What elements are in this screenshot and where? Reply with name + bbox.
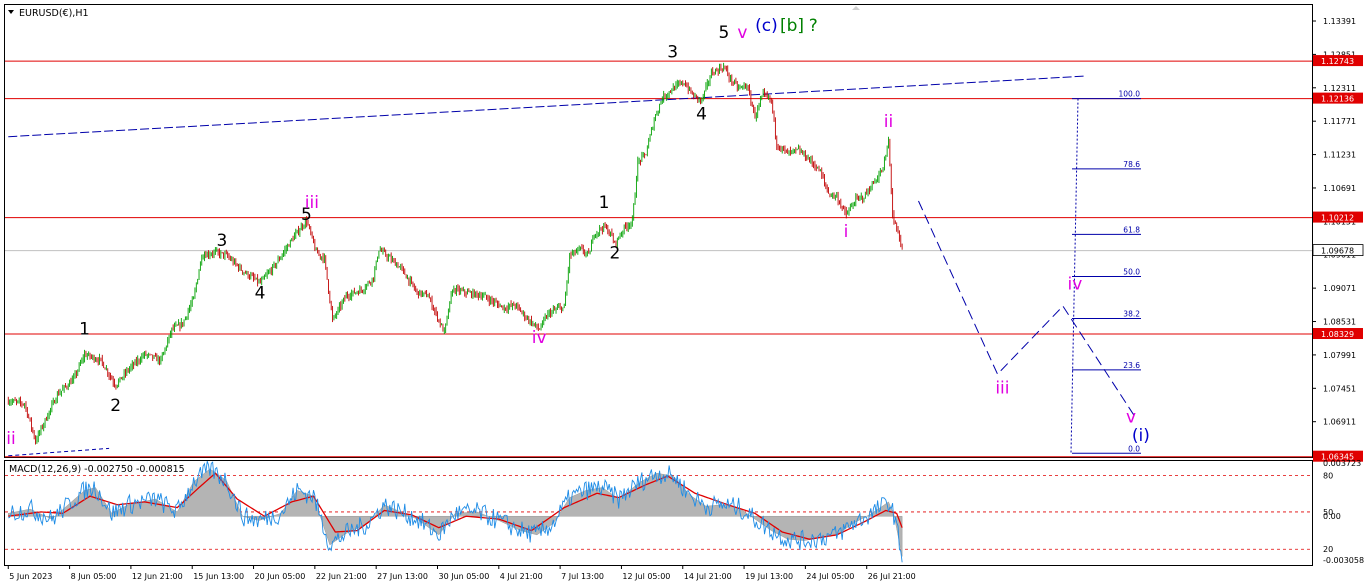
wave-label: v xyxy=(1126,407,1136,427)
price-axis-tick-label: 1.11231 xyxy=(1323,151,1356,160)
price-axis-tick-label: 1.08531 xyxy=(1323,318,1356,327)
time-axis-tick-label: 12 Jul 05:00 xyxy=(622,572,670,581)
time-axis-tick-label: 15 Jun 13:00 xyxy=(193,572,244,581)
fib-level-label: 23.6 xyxy=(1123,361,1140,370)
wave-label: 4 xyxy=(255,284,266,304)
price-axis-tick-label: 1.13391 xyxy=(1323,17,1356,26)
macd-axis-label: 0.003723 xyxy=(1323,459,1361,468)
time-axis-tick-label: 14 Jul 21:00 xyxy=(684,572,732,581)
chart-root: EURUSD(€),H1 1.133911.128511.123111.1177… xyxy=(0,0,1366,588)
macd-axis-label: 80 xyxy=(1323,471,1333,480)
time-axis-tick-label: 20 Jun 05:00 xyxy=(255,572,306,581)
time-axis-tick-label: 5 Jun 2023 xyxy=(9,572,52,581)
wave-label: 1 xyxy=(599,193,610,213)
time-axis-tick-label: 26 Jul 21:00 xyxy=(868,572,916,581)
time-axis-tick-label: 22 Jun 21:00 xyxy=(316,572,367,581)
price-axis-tick-label: 1.12311 xyxy=(1323,84,1356,93)
wave-label: i xyxy=(844,222,849,242)
time-axis-tick-label: 27 Jun 13:00 xyxy=(377,572,428,581)
time-axis-tick-label: 7 Jul 13:00 xyxy=(561,572,604,581)
symbol-label: EURUSD(€),H1 xyxy=(19,8,89,19)
time-axis-tick-label: 19 Jul 13:00 xyxy=(745,572,793,581)
wave-label: 5 xyxy=(718,23,729,43)
price-axis-tick-label: 1.07451 xyxy=(1323,384,1356,393)
wave-label: (c) xyxy=(755,16,778,36)
wave-label: iii xyxy=(995,378,1009,398)
wave-label: iv xyxy=(532,328,547,348)
fib-level-label: 78.6 xyxy=(1123,160,1140,169)
level-price-tag-label: 1.12743 xyxy=(1321,57,1354,66)
wave-label: iii xyxy=(305,193,319,213)
fib-level-label: 100.0 xyxy=(1119,90,1141,99)
wave-label: 2 xyxy=(110,396,121,416)
wave-label: v xyxy=(737,23,747,43)
fib-level-label: 50.0 xyxy=(1123,267,1140,276)
time-axis-tick-label: 4 Jul 21:00 xyxy=(500,572,543,581)
time-axis-tick-label: 30 Jun 05:00 xyxy=(438,572,489,581)
price-axis-tick-label: 1.09071 xyxy=(1323,284,1356,293)
level-price-tag-label: 1.10212 xyxy=(1321,214,1354,223)
wave-label: iv xyxy=(1068,274,1083,294)
wave-label: ? xyxy=(809,16,818,36)
wave-label: 3 xyxy=(217,231,228,251)
wave-label: 2 xyxy=(609,244,620,264)
price-axis-tick-label: 1.07991 xyxy=(1323,351,1356,360)
fib-level-label: 38.2 xyxy=(1123,309,1140,318)
wave-label: ii xyxy=(6,429,15,449)
price-axis-tick-label: 1.06911 xyxy=(1323,418,1356,427)
macd-axis-label: 0.00 xyxy=(1323,512,1341,521)
fib-level-label: 61.8 xyxy=(1123,225,1140,234)
time-axis-tick-label: 24 Jul 05:00 xyxy=(806,572,854,581)
macd-axis-label: -0.003058 xyxy=(1323,556,1364,565)
wave-label: [b] xyxy=(780,16,804,36)
wave-label: 4 xyxy=(696,104,707,124)
wave-label: 1 xyxy=(79,320,90,340)
macd-title: MACD(12,26,9) -0.002750 -0.000815 xyxy=(9,464,185,475)
wave-label: ii xyxy=(884,112,893,132)
time-axis-tick-label: 12 Jun 21:00 xyxy=(132,572,183,581)
time-axis-tick-label: 8 Jun 05:00 xyxy=(71,572,117,581)
current-price-tag-label: 1.09678 xyxy=(1321,247,1354,256)
price-axis-tick-label: 1.10691 xyxy=(1323,184,1356,193)
level-price-tag-label: 1.08329 xyxy=(1321,330,1354,339)
macd-axis-label: 20 xyxy=(1323,545,1333,554)
level-price-tag-label: 1.12136 xyxy=(1321,95,1354,104)
wave-label: 3 xyxy=(667,43,678,63)
wave-label: (i) xyxy=(1132,426,1150,446)
price-axis-tick-label: 1.11771 xyxy=(1323,117,1356,126)
